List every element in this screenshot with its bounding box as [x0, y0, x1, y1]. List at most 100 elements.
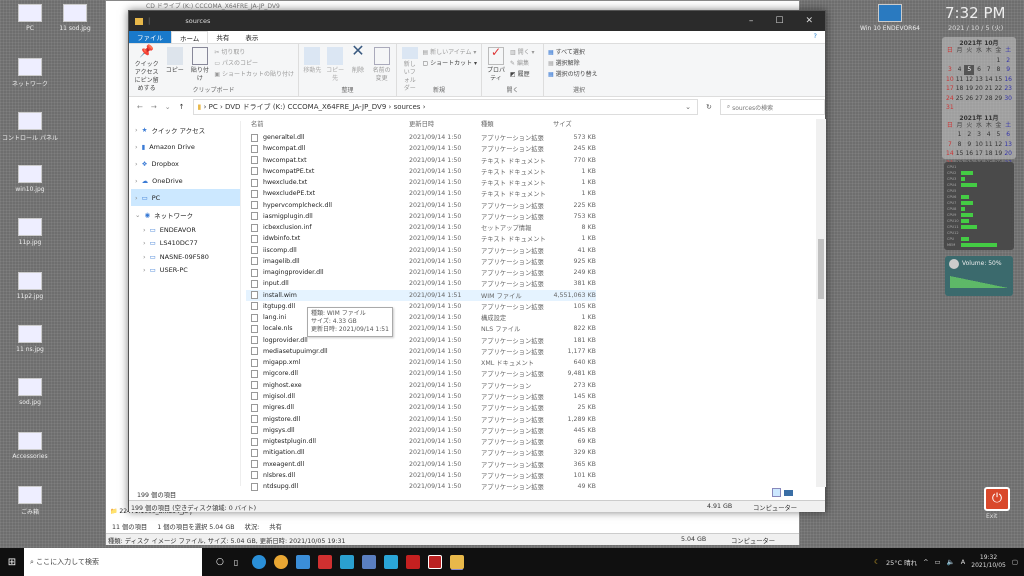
column-type[interactable]: 種類: [481, 119, 494, 128]
desktop-icon[interactable]: 11 ns.jpg: [0, 325, 60, 353]
calendar-day[interactable]: 19: [994, 149, 1004, 159]
desktop-icon[interactable]: win10.jpg: [0, 165, 60, 193]
calendar-day[interactable]: 24: [945, 94, 955, 104]
calendar-day[interactable]: 7: [945, 140, 955, 150]
file-row[interactable]: icbexclusion.inf 2021/09/14 1:50 セットアップ情報 8…: [246, 222, 596, 233]
expand-chevron-icon[interactable]: ⌄: [135, 211, 140, 219]
calendar-day[interactable]: 16: [964, 149, 974, 159]
calendar-day[interactable]: 14: [984, 75, 994, 85]
calendar-day[interactable]: 15: [994, 75, 1004, 85]
column-size[interactable]: サイズ: [553, 119, 572, 128]
shortcut-button[interactable]: ▢ ショートカット ▾: [422, 58, 477, 69]
tab-view[interactable]: 表示: [237, 31, 266, 43]
cortana-icon[interactable]: ○: [216, 557, 224, 567]
nav-network-item[interactable]: › ▭ USER-PC: [131, 264, 240, 278]
calendar-day[interactable]: 29: [994, 94, 1004, 104]
up-button[interactable]: ↑: [179, 103, 185, 111]
nav-item[interactable]: ⌄ ◉ ネットワーク: [131, 206, 240, 223]
volume-icon[interactable]: 🔈: [947, 558, 955, 566]
file-row[interactable]: itgtupg.dll 2021/09/14 1:50 アプリケーション拡張 105 …: [246, 301, 596, 312]
file-row[interactable]: imagingprovider.dll 2021/09/14 1:50 アプリケーシ…: [246, 267, 596, 278]
app-icon[interactable]: [428, 555, 443, 569]
file-row[interactable]: locale.nls 2021/09/14 1:50 NLS ファイル 822 KB: [246, 323, 596, 334]
calendar-day[interactable]: 4: [955, 65, 965, 75]
address-bar[interactable]: ▮ › PC › DVD ドライブ (K:) CCCOMA_X64FRE_JA-…: [192, 99, 698, 115]
calendar-day[interactable]: 6: [974, 65, 984, 75]
calendar-day[interactable]: 25: [955, 94, 965, 104]
tray-chevron-icon[interactable]: ^: [923, 558, 928, 566]
ime-icon[interactable]: A: [961, 558, 965, 566]
expand-chevron-icon[interactable]: ›: [135, 160, 138, 168]
file-row[interactable]: imagelib.dll 2021/09/14 1:50 アプリケーション拡張 925…: [246, 256, 596, 267]
title-bar[interactable]: | sources – ☐ ✕: [129, 11, 825, 31]
calendar-day[interactable]: 21: [984, 84, 994, 94]
file-row[interactable]: input.dll 2021/09/14 1:50 アプリケーション拡張 381 KB: [246, 278, 596, 289]
close-button[interactable]: ✕: [805, 16, 813, 26]
taskbar-time[interactable]: 19:32: [980, 554, 997, 561]
minimize-button[interactable]: –: [749, 16, 754, 26]
file-row[interactable]: migisol.dll 2021/09/14 1:50 アプリケーション拡張 145 …: [246, 391, 596, 402]
calendar-day[interactable]: 14: [945, 149, 955, 159]
calendar-day[interactable]: 2: [1003, 56, 1013, 66]
file-row[interactable]: migres.dll 2021/09/14 1:50 アプリケーション拡張 25 KB: [246, 402, 596, 413]
desktop-icon[interactable]: Accessories: [0, 432, 60, 460]
nav-item[interactable]: › ▮ Amazon Drive: [131, 138, 240, 155]
desktop-icon[interactable]: ネットワーク: [0, 58, 60, 88]
recent-button[interactable]: ⌄: [165, 103, 171, 111]
calendar-day[interactable]: 31: [945, 103, 955, 113]
desktop-icon[interactable]: ごみ箱: [0, 486, 60, 516]
calendar-day[interactable]: 5: [964, 65, 975, 75]
history-button[interactable]: ◩ 履歴: [510, 69, 535, 80]
tab-home[interactable]: ホーム: [171, 31, 209, 43]
chrome-icon[interactable]: [274, 555, 289, 569]
file-row[interactable]: generaltel.dll 2021/09/14 1:50 アプリケーション拡張 5…: [246, 132, 596, 143]
app-icon[interactable]: [384, 555, 399, 569]
file-row[interactable]: lang.ini 2021/09/14 1:50 構成設定 1 KB: [246, 312, 596, 323]
weather-text[interactable]: 25°C 晴れ: [886, 557, 917, 567]
paste-shortcut-button[interactable]: ▣ ショートカットの貼り付け: [214, 69, 294, 80]
desktop-icon[interactable]: 11 sod.jpg: [45, 4, 105, 32]
calendar-day[interactable]: 2: [964, 130, 974, 140]
calendar-day[interactable]: 20: [1003, 149, 1013, 159]
calendar-day[interactable]: 13: [1003, 140, 1013, 150]
calendar-day[interactable]: 11: [955, 75, 965, 85]
tab-share[interactable]: 共有: [208, 31, 237, 43]
breadcrumb-sources[interactable]: sources: [394, 103, 421, 111]
forward-button[interactable]: →: [151, 103, 157, 111]
file-list[interactable]: 名前 更新日時 種類 サイズ generaltel.dll 2021/09/14 …: [246, 119, 816, 491]
breadcrumb-drive[interactable]: DVD ドライブ (K:) CCCOMA_X64FRE_JA-JP_DV9: [225, 102, 386, 112]
edge-icon[interactable]: [252, 555, 267, 569]
volume-widget[interactable]: Volume: 50%: [945, 256, 1013, 296]
file-row[interactable]: logprovider.dll 2021/09/14 1:50 アプリケーション拡張…: [246, 335, 596, 346]
volume-bar[interactable]: [950, 276, 1008, 288]
calendar-day[interactable]: 17: [945, 84, 955, 94]
open-button[interactable]: ▥ 開く ▾: [510, 47, 535, 58]
calendar-day[interactable]: 1: [955, 130, 965, 140]
nav-item[interactable]: › ❖ Dropbox: [131, 155, 240, 172]
calendar-day[interactable]: 10: [945, 75, 955, 85]
desktop-icon-win10[interactable]: Win 10 ENDEVOR64: [860, 4, 920, 32]
file-row[interactable]: mighost.exe 2021/09/14 1:50 アプリケーション 273 KB: [246, 380, 596, 391]
select-none-button[interactable]: ▦ 選択解除: [548, 58, 598, 69]
calendar-day[interactable]: 22: [994, 84, 1004, 94]
expand-chevron-icon[interactable]: ›: [143, 226, 146, 234]
edit-button[interactable]: ✎ 編集: [510, 58, 535, 69]
expand-chevron-icon[interactable]: ›: [143, 266, 146, 274]
nav-network-item[interactable]: › ▭ NASNE-09F580: [131, 250, 240, 264]
power-icon[interactable]: ⏻: [984, 487, 1010, 511]
new-item-button[interactable]: ▤ 新しいアイテム ▾: [422, 47, 477, 58]
cut-button[interactable]: ✂ 切り取り: [214, 47, 294, 58]
file-row[interactable]: migcore.dll 2021/09/14 1:50 アプリケーション拡張 9,48…: [246, 368, 596, 379]
calendar-day[interactable]: 12: [964, 75, 974, 85]
file-row[interactable]: migapp.xml 2021/09/14 1:50 XML ドキュメント 640 K…: [246, 357, 596, 368]
calendar-day[interactable]: 17: [974, 149, 984, 159]
file-row[interactable]: migtestplugin.dll 2021/09/14 1:50 アプリケーション…: [246, 436, 596, 447]
app-icon[interactable]: [340, 555, 355, 569]
calendar-day[interactable]: 12: [994, 140, 1004, 150]
app-icon[interactable]: [318, 555, 333, 569]
breadcrumb-pc[interactable]: PC: [209, 103, 218, 111]
select-all-button[interactable]: ▦ すべて選択: [548, 47, 598, 58]
network-icon[interactable]: ▭: [935, 558, 941, 566]
desktop-icon[interactable]: コントロール パネル: [0, 112, 60, 142]
expand-chevron-icon[interactable]: ›: [135, 177, 138, 185]
